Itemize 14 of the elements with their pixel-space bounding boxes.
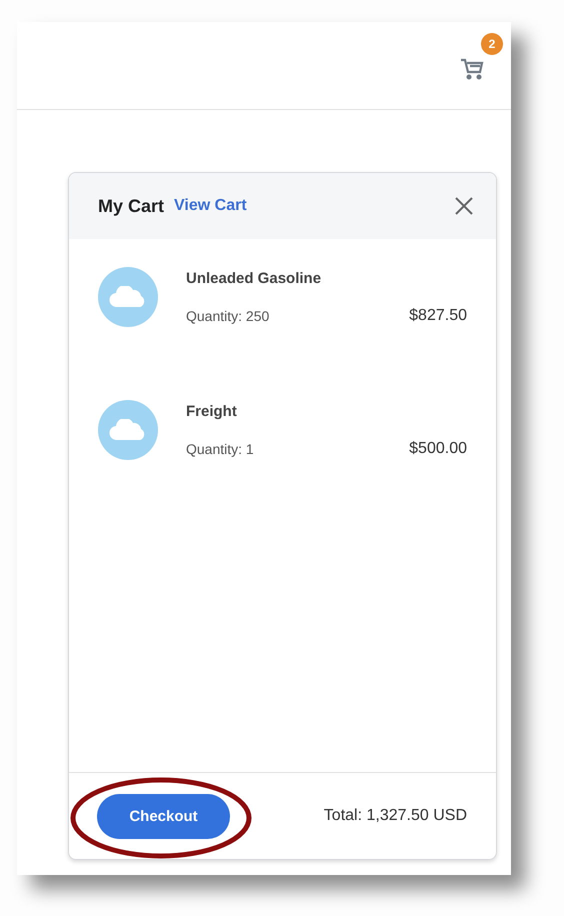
product-quantity: Quantity: 1	[186, 440, 254, 456]
product-quantity: Quantity: 250	[186, 308, 270, 324]
cloud-icon	[109, 419, 147, 441]
view-cart-link[interactable]: View Cart	[174, 197, 247, 215]
cart-total: Total: 1,327.50 USD	[324, 807, 467, 825]
close-button[interactable]	[454, 196, 474, 216]
product-price: $827.50	[409, 306, 467, 324]
cart-count-badge: 2	[481, 33, 503, 55]
checkout-button[interactable]: Checkout	[97, 794, 230, 838]
cart-title: My Cart	[98, 196, 164, 216]
cloud-icon	[109, 286, 147, 308]
product-name: Unleaded Gasoline	[186, 270, 322, 286]
product-name: Freight	[186, 402, 238, 420]
product-price: $500.00	[409, 440, 467, 458]
